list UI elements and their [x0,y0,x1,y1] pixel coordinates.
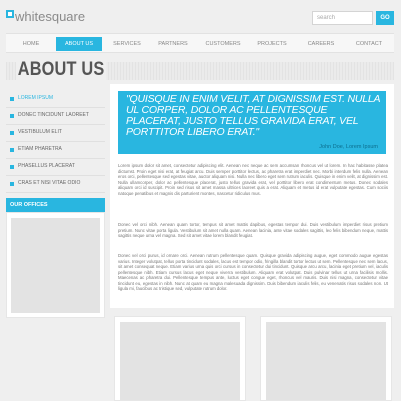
search-go-button[interactable]: GO [376,11,394,25]
quote-block: "QUISQUE IN ENIM VELIT, AT DIGNISSIM EST… [118,91,386,154]
bullet-icon [10,97,14,101]
logo-square-icon [6,10,14,18]
offices-map-panel [6,212,105,318]
nav-item-careers[interactable]: CAREERS [300,37,342,51]
sidebar-item-label: LOREM IPSUM [18,95,54,101]
nav-item-services[interactable]: SERVICES [106,37,148,51]
bullet-icon [10,165,14,169]
offices-map-placeholder [11,218,100,313]
bullet-icon [10,182,14,186]
nav-item-projects[interactable]: PROJECTS [250,37,294,51]
header: whitesquare search GO [0,0,401,30]
sidebar-item-phasellus-placerat[interactable]: PHASELLUS PLACERAT [6,159,105,176]
quote-text: "QUISQUE IN ENIM VELIT, AT DIGNISSIM EST… [126,93,380,138]
sidebar-item-etiam-pharetra[interactable]: ETIAM PHARETRA [6,142,105,159]
sidebar-item-vestibulum-elit[interactable]: VESTIBULUM ELIT [6,125,105,142]
nav-item-customers[interactable]: CUSTOMERS [200,37,246,51]
nav-item-contact[interactable]: CONTACT [348,37,390,51]
main-nav: HOME ABOUT US SERVICES PARTNERS CUSTOMER… [6,33,394,53]
sidebar-item-donec-tincidunt[interactable]: DONEC TINCIDUNT LAOREET [6,108,105,125]
content-paragraph: Donec vel orci purus, id ornare orci. Ae… [118,253,388,291]
page-title: ABOUT US [16,59,107,81]
nav-item-home[interactable]: HOME [10,37,52,51]
nav-item-about-us[interactable]: ABOUT US [56,37,102,51]
sidebar-item-lorem-ipsum[interactable]: LOREM IPSUM [6,91,105,108]
sidebar-item-cras-et-nisi[interactable]: CRAS ET NISI VITAE ODIO [6,176,105,193]
brand-logo[interactable]: whitesquare [15,9,85,24]
sidebar-item-label: VESTIBULUM ELIT [18,129,62,135]
image-placeholder [266,322,386,400]
content-paragraph: Lorem ipsum dolor sit amet, consectetur … [118,163,388,196]
image-thumbnail[interactable] [114,316,246,401]
search-input[interactable]: search [312,11,373,25]
image-placeholder [120,322,240,400]
sidebar-item-label: ETIAM PHARETRA [18,146,62,152]
bullet-icon [10,131,14,135]
offices-header: OUR OFFICES [6,198,105,212]
bullet-icon [10,148,14,152]
bullet-icon [10,114,14,118]
content-paragraph: Donec vel orci nibh. Aenean quam tortor,… [118,222,388,238]
sidebar-item-label: DONEC TINCIDUNT LAOREET [18,112,89,118]
image-thumbnail[interactable] [260,316,392,401]
nav-item-partners[interactable]: PARTNERS [152,37,194,51]
sidebar-item-label: PHASELLUS PLACERAT [18,163,75,169]
quote-author: John Doe, Lorem Ipsum [319,144,378,150]
sidebar-item-label: CRAS ET NISI VITAE ODIO [18,180,81,186]
